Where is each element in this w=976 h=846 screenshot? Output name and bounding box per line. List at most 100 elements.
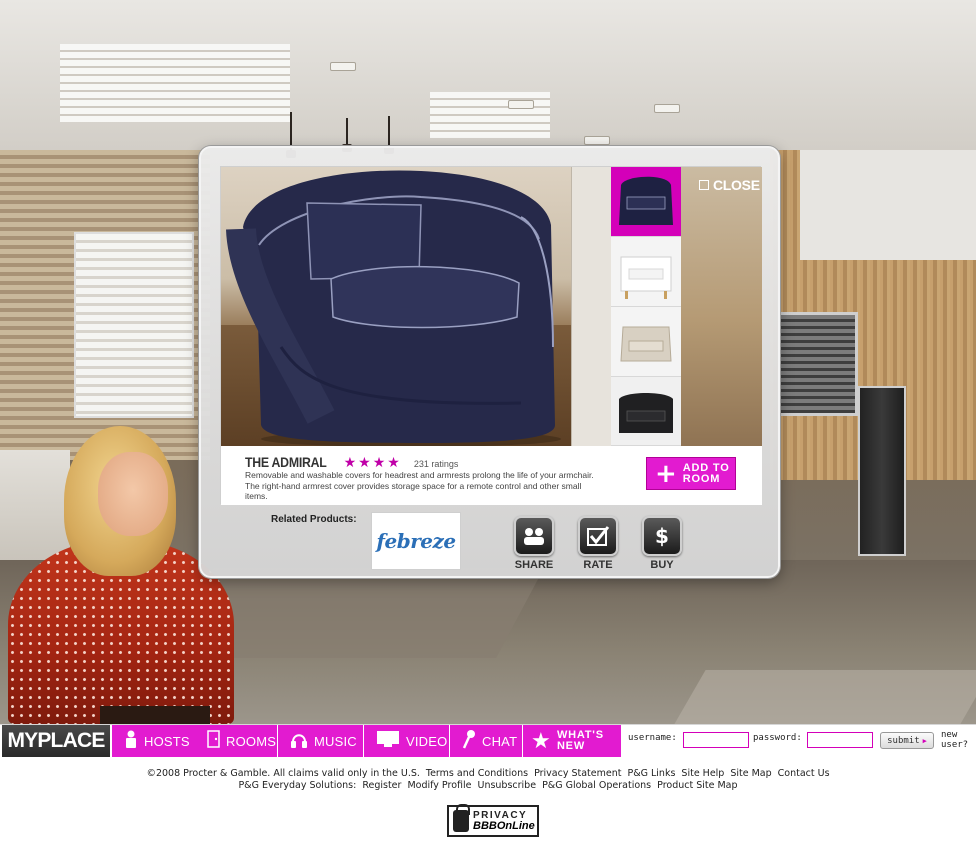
window-blinds <box>74 232 194 418</box>
username-field[interactable] <box>683 732 749 748</box>
floor-light <box>674 670 976 724</box>
ratings-count: 231 ratings <box>413 459 459 469</box>
febreze-logo: febreze <box>376 529 456 553</box>
nav-whats-new-label: WHAT'S NEW <box>556 729 604 752</box>
microphone-icon <box>462 729 476 754</box>
close-icon <box>699 180 709 190</box>
add-to-room-button[interactable]: + ADD TO ROOM <box>646 457 736 490</box>
seal-text: PRIVACY BBBOnLine <box>473 810 535 832</box>
nav-rooms-label: ROOMS <box>226 733 277 749</box>
product-info: THE ADMIRAL ★★★★ 231 ratings Removable a… <box>221 446 762 505</box>
footer-link-product-site-map[interactable]: Product Site Map <box>657 780 737 792</box>
product-viewer: CLOSE THE ADMIRAL ★★★★ 231 ratings Remov… <box>220 166 762 505</box>
nav-chat-label: CHAT <box>482 733 518 749</box>
share-icon <box>514 516 554 556</box>
nav-rooms[interactable]: ROOMS <box>195 725 278 757</box>
share-button[interactable]: SHARE <box>512 516 556 571</box>
main-nav: MYPLACE HOSTS ROOMS MUSIC VIDEO CHAT ★ W… <box>0 724 976 757</box>
new-user-link[interactable]: new user? <box>941 730 968 750</box>
footer-link-register[interactable]: Register <box>362 780 401 792</box>
ceiling-spotlight <box>330 62 356 71</box>
lock-icon <box>453 804 470 832</box>
footer-link-site-help[interactable]: Site Help <box>681 768 724 780</box>
product-panel: CLOSE THE ADMIRAL ★★★★ 231 ratings Remov… <box>199 146 780 578</box>
rate-button[interactable]: RATE <box>576 516 620 571</box>
seal-line-2: BBBOnLine <box>473 820 535 832</box>
everyday-solutions-label: P&G Everyday Solutions: <box>238 780 357 791</box>
beige-armchair-icon <box>620 326 672 362</box>
febreze-product-link[interactable]: febreze <box>371 512 461 570</box>
floor-speaker <box>858 386 906 556</box>
navy-armchair-icon <box>619 176 673 225</box>
footer: ©2008 Procter & Gamble. All claims valid… <box>0 768 976 792</box>
white-armchair-icon <box>620 256 672 299</box>
footer-row-2: P&G Everyday Solutions: Register Modify … <box>0 780 976 792</box>
bbbonline-privacy-seal[interactable]: PRIVACY BBBOnLine <box>447 804 539 837</box>
wall-shelf <box>800 150 976 260</box>
skylight <box>60 44 290 122</box>
footer-link-privacy[interactable]: Privacy Statement <box>534 768 621 780</box>
nav-music[interactable]: MUSIC <box>278 725 364 757</box>
product-description: Removable and washable covers for headre… <box>245 470 594 501</box>
host-face <box>98 452 168 536</box>
person-icon <box>124 730 138 753</box>
copyright-text: ©2008 Procter & Gamble. All claims valid… <box>146 768 420 779</box>
close-label: CLOSE <box>713 177 760 193</box>
pendant-lamp <box>342 118 352 152</box>
close-button[interactable]: CLOSE <box>699 177 760 193</box>
thumbnail-black-armchair[interactable] <box>611 377 681 446</box>
headphones-icon <box>290 730 308 753</box>
buy-icon: $ <box>642 516 682 556</box>
monitor-icon <box>376 730 400 753</box>
rating-stars[interactable]: ★★★★ <box>344 455 402 471</box>
footer-row-1: ©2008 Procter & Gamble. All claims valid… <box>0 768 976 780</box>
door-icon <box>207 729 220 753</box>
skylight <box>430 92 550 138</box>
product-title-row: THE ADMIRAL ★★★★ 231 ratings <box>245 454 458 471</box>
footer-link-unsubscribe[interactable]: Unsubscribe <box>477 780 536 792</box>
ceiling-spotlight <box>584 136 610 145</box>
username-label: username: <box>628 733 677 743</box>
footer-link-modify-profile[interactable]: Modify Profile <box>407 780 471 792</box>
nav-video[interactable]: VIDEO <box>364 725 450 757</box>
related-products-label: Related Products: <box>271 514 357 525</box>
thumbnail-white-armchair[interactable] <box>611 237 681 307</box>
myplace-logo[interactable]: MYPLACE <box>2 725 110 757</box>
room-preview-edge <box>681 167 762 446</box>
footer-link-site-map[interactable]: Site Map <box>730 768 771 780</box>
product-thumbnails <box>611 167 681 446</box>
submit-label: submit <box>887 735 920 746</box>
footer-link-global-operations[interactable]: P&G Global Operations <box>542 780 651 792</box>
buy-label: BUY <box>650 559 674 571</box>
nav-video-label: VIDEO <box>406 733 448 749</box>
add-to-room-label: ADD TO ROOM <box>682 461 730 485</box>
arrow-right-icon: ▶ <box>922 736 927 745</box>
thumbnail-beige-armchair[interactable] <box>611 307 681 377</box>
buy-button[interactable]: $ BUY <box>640 516 684 571</box>
ceiling-spotlight <box>508 100 534 109</box>
submit-button[interactable]: submit ▶ <box>880 732 934 749</box>
nav-whats-new[interactable]: ★ WHAT'S NEW <box>523 725 622 757</box>
plus-icon: + <box>655 458 677 489</box>
ceiling-spotlight <box>654 104 680 113</box>
password-label: password: <box>753 733 802 743</box>
password-field[interactable] <box>807 732 873 748</box>
thumbnail-navy-armchair[interactable] <box>611 167 681 237</box>
footer-link-terms[interactable]: Terms and Conditions <box>426 768 528 780</box>
product-photo <box>221 167 611 446</box>
nav-music-label: MUSIC <box>314 733 357 749</box>
nav-hosts-label: HOSTS <box>144 733 190 749</box>
rate-icon <box>578 516 618 556</box>
pendant-lamp <box>384 116 394 154</box>
armchair-image <box>226 170 561 446</box>
nav-chat[interactable]: CHAT <box>450 725 523 757</box>
share-label: SHARE <box>514 559 554 571</box>
rate-label: RATE <box>583 559 613 571</box>
footer-link-contact[interactable]: Contact Us <box>778 768 830 780</box>
product-title: THE ADMIRAL <box>245 454 327 470</box>
footer-link-pg-links[interactable]: P&G Links <box>627 768 675 780</box>
wall-tv <box>778 312 858 416</box>
black-armchair-icon <box>619 393 673 433</box>
star-icon: ★ <box>531 728 551 753</box>
host-belt <box>100 706 210 724</box>
